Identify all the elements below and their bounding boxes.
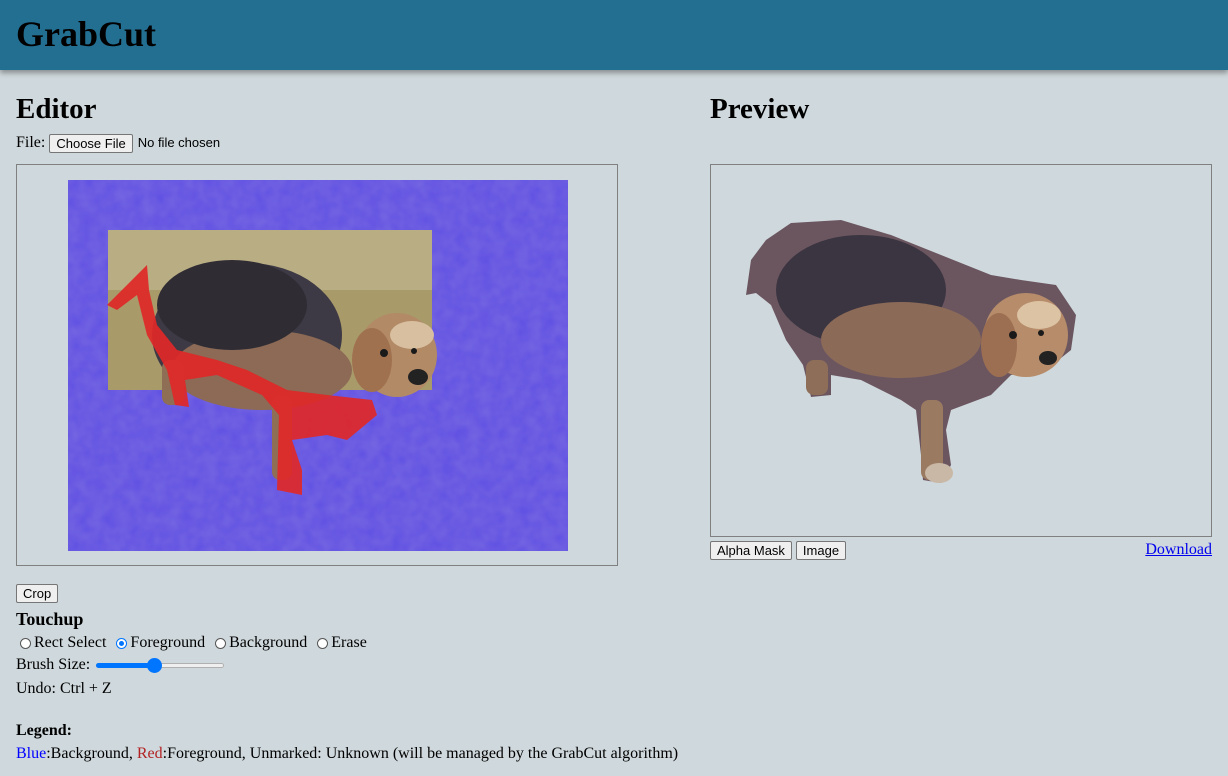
choose-file-button[interactable]: Choose File (49, 133, 133, 153)
crop-button[interactable]: Crop (16, 584, 59, 603)
preview-view-buttons: Alpha Mask Image (710, 541, 847, 560)
mode-label: Background (229, 634, 308, 651)
radio-rect-select[interactable] (20, 637, 31, 649)
radio-background[interactable] (215, 637, 227, 649)
preview-heading: Preview (710, 93, 810, 125)
slider-thumb[interactable] (146, 658, 162, 673)
undo-hint: Undo: Ctrl + Z (16, 680, 112, 697)
editor-image (68, 180, 568, 551)
editor-canvas[interactable] (16, 164, 618, 566)
mode-foreground[interactable]: Foreground (112, 634, 205, 652)
mode-background[interactable]: Background (211, 634, 307, 652)
download-link[interactable]: Download (1145, 541, 1212, 559)
app-title: GrabCut (16, 14, 157, 54)
file-label: File: (16, 134, 46, 151)
editor-heading: Editor (16, 93, 97, 125)
legend-bg-text: :Background, (46, 745, 137, 762)
mode-rect-select[interactable]: Rect Select (16, 634, 106, 652)
mode-label: Rect Select (34, 634, 107, 651)
legend-red-word: Red (136, 745, 163, 762)
mode-erase[interactable]: Erase (313, 634, 367, 652)
no-file-text: No file chosen (137, 135, 221, 150)
radio-foreground[interactable] (116, 637, 128, 649)
slider-fill (96, 663, 154, 668)
legend-fg-text: :Foreground, Unmarked: Unknown (will be … (162, 745, 679, 762)
file-picker-row: File: Choose File No file chosen (16, 133, 220, 153)
legend-blue-word: Blue (16, 745, 47, 762)
touchup-mode-group: Rect Select Foreground Background Erase (16, 634, 373, 652)
alpha-mask-button[interactable]: Alpha Mask (710, 541, 792, 560)
brush-size-slider[interactable] (96, 657, 225, 673)
preview-image (746, 220, 1076, 483)
mode-label: Foreground (130, 634, 206, 651)
brush-size-label: Brush Size: (16, 656, 91, 673)
image-button[interactable]: Image (795, 541, 847, 560)
mode-label: Erase (331, 634, 367, 651)
radio-erase[interactable] (317, 637, 329, 649)
brush-size-row: Brush Size: (16, 656, 225, 674)
legend-heading: Legend: (16, 722, 72, 739)
touchup-heading: Touchup (16, 609, 84, 629)
app-header: GrabCut (0, 0, 1228, 70)
legend-text: Blue:Background, Red:Foreground, Unmarke… (16, 745, 678, 763)
preview-canvas (710, 164, 1212, 537)
